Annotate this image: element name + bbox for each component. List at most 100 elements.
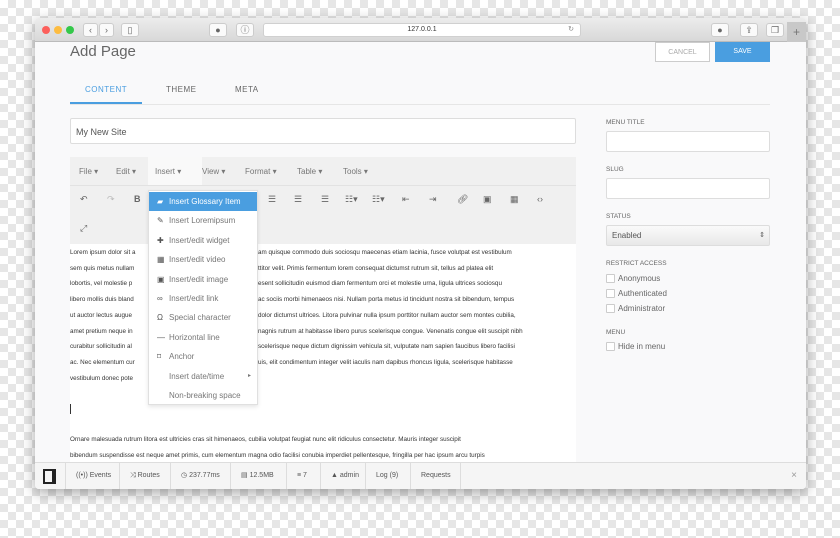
menu-file[interactable]: File ▾ (79, 167, 98, 176)
menu-item[interactable]: ∞ Insert/edit link (149, 289, 257, 308)
code-icon[interactable]: ‹› (537, 194, 543, 204)
tab-meta[interactable]: META (235, 85, 259, 94)
close-debugbar-button[interactable]: × (791, 463, 797, 489)
menu-item[interactable]: ▰ Insert Glossary Item (149, 192, 257, 211)
submenu-arrow-icon: ▸ (247, 372, 251, 379)
editor-content[interactable]: Lorem ipsum dolor sit a am quisque commod… (70, 244, 576, 462)
slug-input[interactable] (606, 178, 770, 199)
text-cursor (70, 404, 71, 414)
numbered-list-icon[interactable]: ☷▾ (372, 194, 385, 205)
status-value: Enabled (612, 231, 642, 240)
text-line-start: Lorem ipsum dolor sit a (70, 249, 136, 256)
menu-item-label: Insert/edit link (169, 294, 219, 303)
debugbar-item[interactable]: Log (9) (366, 463, 411, 489)
menu-format[interactable]: Format ▾ (245, 167, 277, 176)
anonymous-checkbox[interactable] (606, 274, 615, 283)
justify-icon[interactable]: ☰ (321, 194, 329, 205)
menu-item[interactable]: — Horizontal line (149, 328, 257, 347)
bullet-list-icon[interactable]: ☷▾ (345, 194, 358, 205)
debugbar-item[interactable]: ≡ 7 (287, 463, 321, 489)
sidebar-toggle-icon[interactable]: ▯ (121, 23, 139, 37)
menu-item-label: Anchor (169, 352, 195, 362)
download-icon[interactable]: ● (711, 23, 729, 37)
cancel-button[interactable]: CANCEL (655, 42, 710, 62)
menu-item[interactable]: ✚ Insert/edit widget (149, 231, 257, 250)
align-center-icon[interactable]: ☰ (268, 194, 276, 205)
new-tab-button[interactable]: + (787, 22, 806, 42)
menu-item[interactable]: Non-breaking space (149, 386, 257, 405)
image-icon[interactable]: ▣ (483, 194, 492, 205)
text-line-end: uis, elit condimentum integer velit iacu… (258, 358, 513, 366)
debugbar-item[interactable]: ⤨ Routes (120, 463, 171, 489)
close-window-button[interactable] (42, 26, 50, 34)
minimize-window-button[interactable] (54, 26, 62, 34)
menu-title-input[interactable] (606, 131, 770, 152)
menu-item-label: Special character (169, 313, 231, 323)
bold-icon[interactable]: B (134, 194, 141, 204)
info-icon[interactable]: ⓘ (236, 23, 254, 37)
menu-item-label: Horizontal line (169, 332, 220, 342)
back-button[interactable]: ‹ (83, 23, 98, 37)
menu-edit[interactable]: Edit ▾ (116, 167, 136, 176)
redo-icon[interactable]: ↷ (107, 194, 115, 205)
text-line-start: libero mollis duis bland (70, 296, 134, 304)
address-bar[interactable]: 127.0.0.1 ↻ (263, 23, 581, 37)
video-icon: ▦ (157, 255, 165, 265)
menu-table[interactable]: Table ▾ (297, 167, 322, 176)
menu-insert[interactable]: Insert ▾ (155, 167, 181, 176)
share-icon[interactable]: ⇪ (740, 23, 758, 37)
text-line-start: ac. Nec elementum cur (70, 358, 135, 366)
shuffle-icon: ⤨ (130, 472, 136, 479)
debugbar-item[interactable]: ▤ 12.5MB (231, 463, 287, 489)
administrator-checkbox[interactable] (606, 304, 615, 313)
menu-item[interactable]: Ω Special character (149, 308, 257, 327)
user-icon: ▲ (331, 472, 338, 479)
text-line: bibendum suspendisse est neque amet prim… (70, 452, 485, 459)
tabs-icon[interactable]: ❐ (766, 23, 784, 37)
menu-item[interactable]: ▦ Insert/edit video (149, 250, 257, 269)
debugbar-item[interactable]: ◷ 237.77ms (171, 463, 231, 489)
fullscreen-icon[interactable]: ⤢ (80, 223, 87, 234)
align-right-icon[interactable]: ☰ (294, 194, 302, 205)
menu-tools[interactable]: Tools ▾ (343, 167, 368, 176)
database-icon: ≡ (297, 472, 302, 479)
authenticated-checkbox[interactable] (606, 289, 615, 298)
maximize-window-button[interactable] (66, 26, 74, 34)
clock-icon: ◷ (181, 472, 188, 479)
menu-item-label: Insert/edit video (169, 255, 226, 265)
hide-in-menu-checkbox[interactable] (606, 342, 615, 351)
tab-content[interactable]: CONTENT (85, 85, 127, 94)
link-icon: ∞ (157, 294, 163, 303)
debug-bar: ((•)) Events ⤨ Routes ◷ 237.77ms ▤ 12.5MB ≡ … (35, 462, 806, 489)
debugbar-item[interactable]: Requests (411, 463, 461, 489)
reload-icon[interactable]: ↻ (568, 24, 574, 36)
undo-icon[interactable]: ↶ (80, 194, 88, 205)
link-icon[interactable]: 🔗︎ (457, 194, 468, 205)
menu-item[interactable]: ▣ Insert/edit image (149, 270, 257, 289)
menu-item-label: Insert Loremipsum (169, 216, 236, 226)
menu-item[interactable]: Insert date/time ▸ (149, 367, 257, 386)
debugbar-item[interactable]: ▲ admin (321, 463, 366, 489)
text-line-end: am quisque commodo duis sociosqu maecena… (258, 249, 512, 256)
text-line-start: ut auctor lectus augue (70, 311, 132, 319)
extension-icon[interactable]: ● (209, 23, 227, 37)
forward-button[interactable]: › (99, 23, 114, 37)
indent-icon[interactable]: ⇥ (429, 194, 437, 205)
administrator-label: Administrator (618, 304, 666, 313)
status-select[interactable]: Enabled ⇕ (606, 225, 770, 246)
text-line-end: ac sociis morbi himenaeos nisi. Nullam p… (258, 296, 515, 304)
outdent-icon[interactable]: ⇤ (402, 194, 410, 205)
video-icon[interactable]: ▦ (510, 194, 519, 205)
page-title: Add Page (70, 43, 136, 60)
menu-item[interactable]: ⌑ Anchor (149, 347, 257, 366)
menu-item-label: Insert Glossary Item (169, 197, 241, 206)
page-title-input[interactable]: My New Site (70, 118, 576, 144)
tab-theme[interactable]: THEME (166, 85, 197, 94)
menu-item[interactable]: ✎ Insert Loremipsum (149, 211, 257, 230)
menu-item-label: Insert date/time (169, 371, 225, 381)
bookmark-icon: ⌑ (157, 352, 162, 362)
debugbar-item[interactable]: ((•)) Events (65, 463, 120, 489)
save-button[interactable]: SAVE (715, 42, 770, 62)
text-line-end: nagnis rutrum at habitasse libero purus … (258, 327, 523, 335)
menu-view[interactable]: View ▾ (202, 167, 225, 176)
